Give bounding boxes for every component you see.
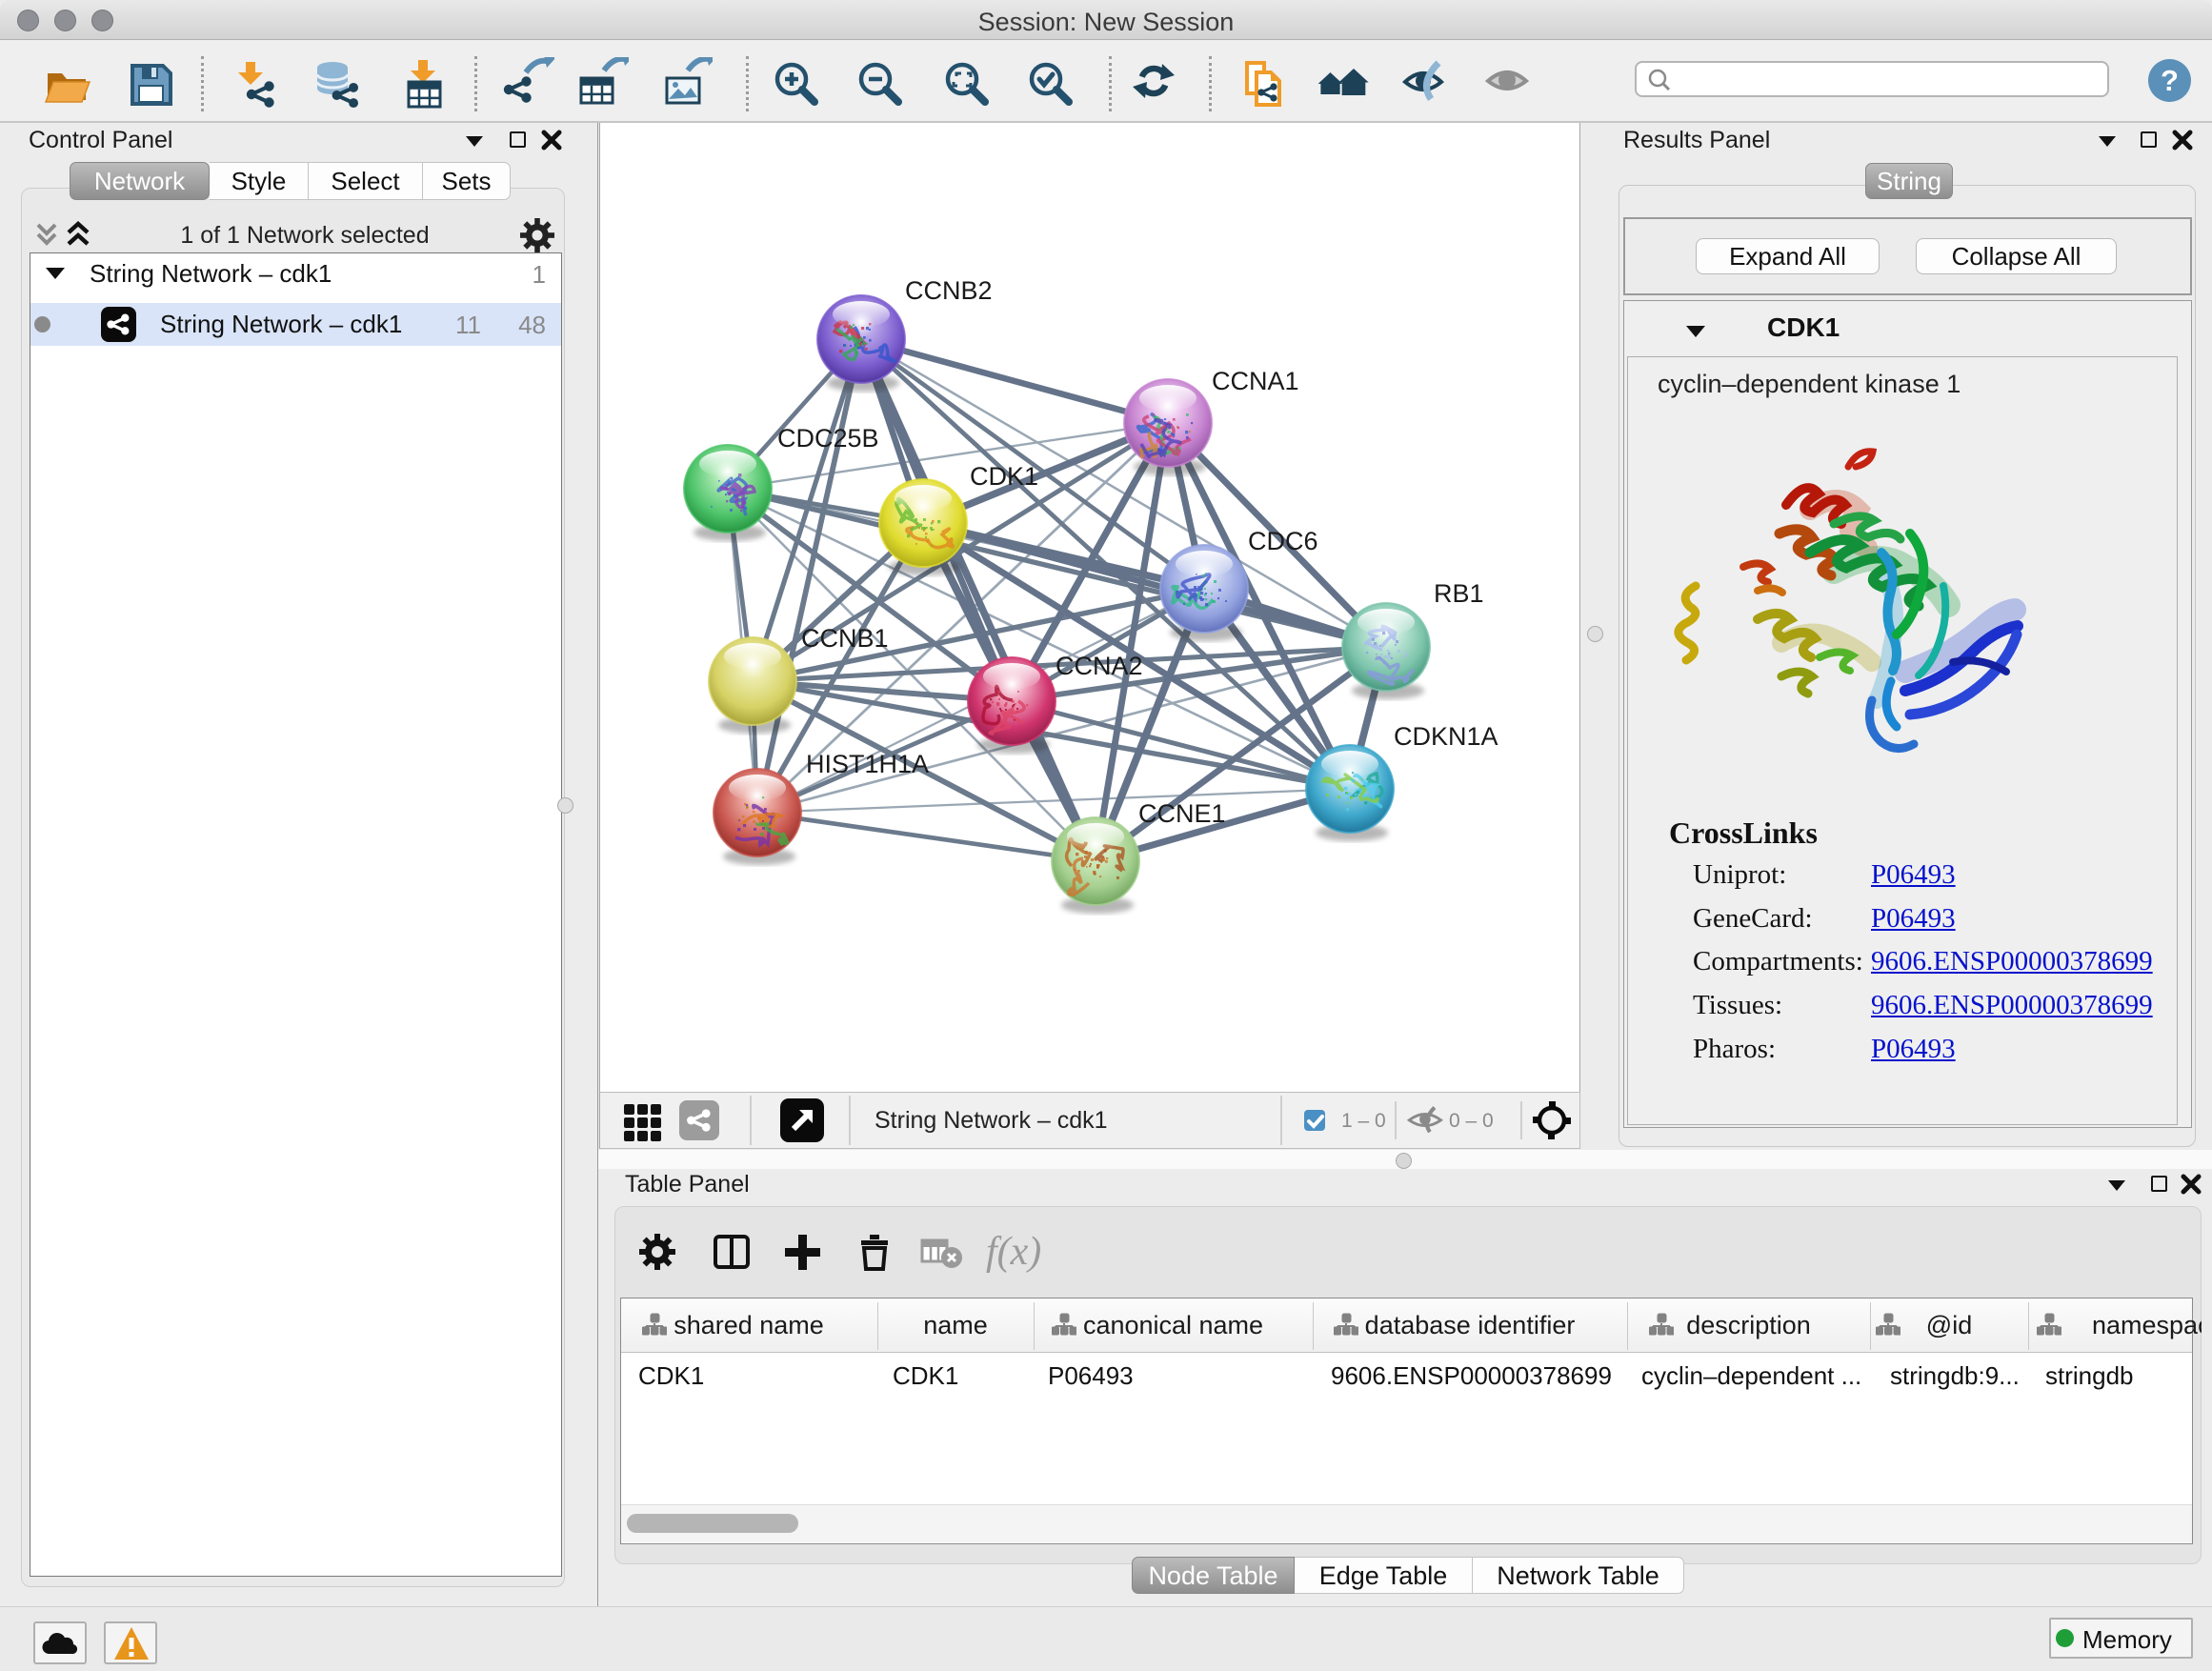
- svg-text:HIST1H1A: HIST1H1A: [806, 750, 929, 778]
- svg-text:CDC25B: CDC25B: [777, 424, 879, 453]
- svg-text:CCNE1: CCNE1: [1138, 799, 1226, 828]
- svg-text:CCNB2: CCNB2: [905, 276, 993, 305]
- svg-text:CDC6: CDC6: [1248, 527, 1318, 555]
- svg-text:CDK1: CDK1: [970, 462, 1038, 491]
- svg-text:CCNA1: CCNA1: [1212, 367, 1299, 395]
- svg-text:CCNB1: CCNB1: [801, 624, 889, 653]
- svg-text:RB1: RB1: [1434, 579, 1484, 608]
- svg-text:CCNA2: CCNA2: [1056, 652, 1143, 680]
- svg-text:CDKN1A: CDKN1A: [1394, 722, 1498, 751]
